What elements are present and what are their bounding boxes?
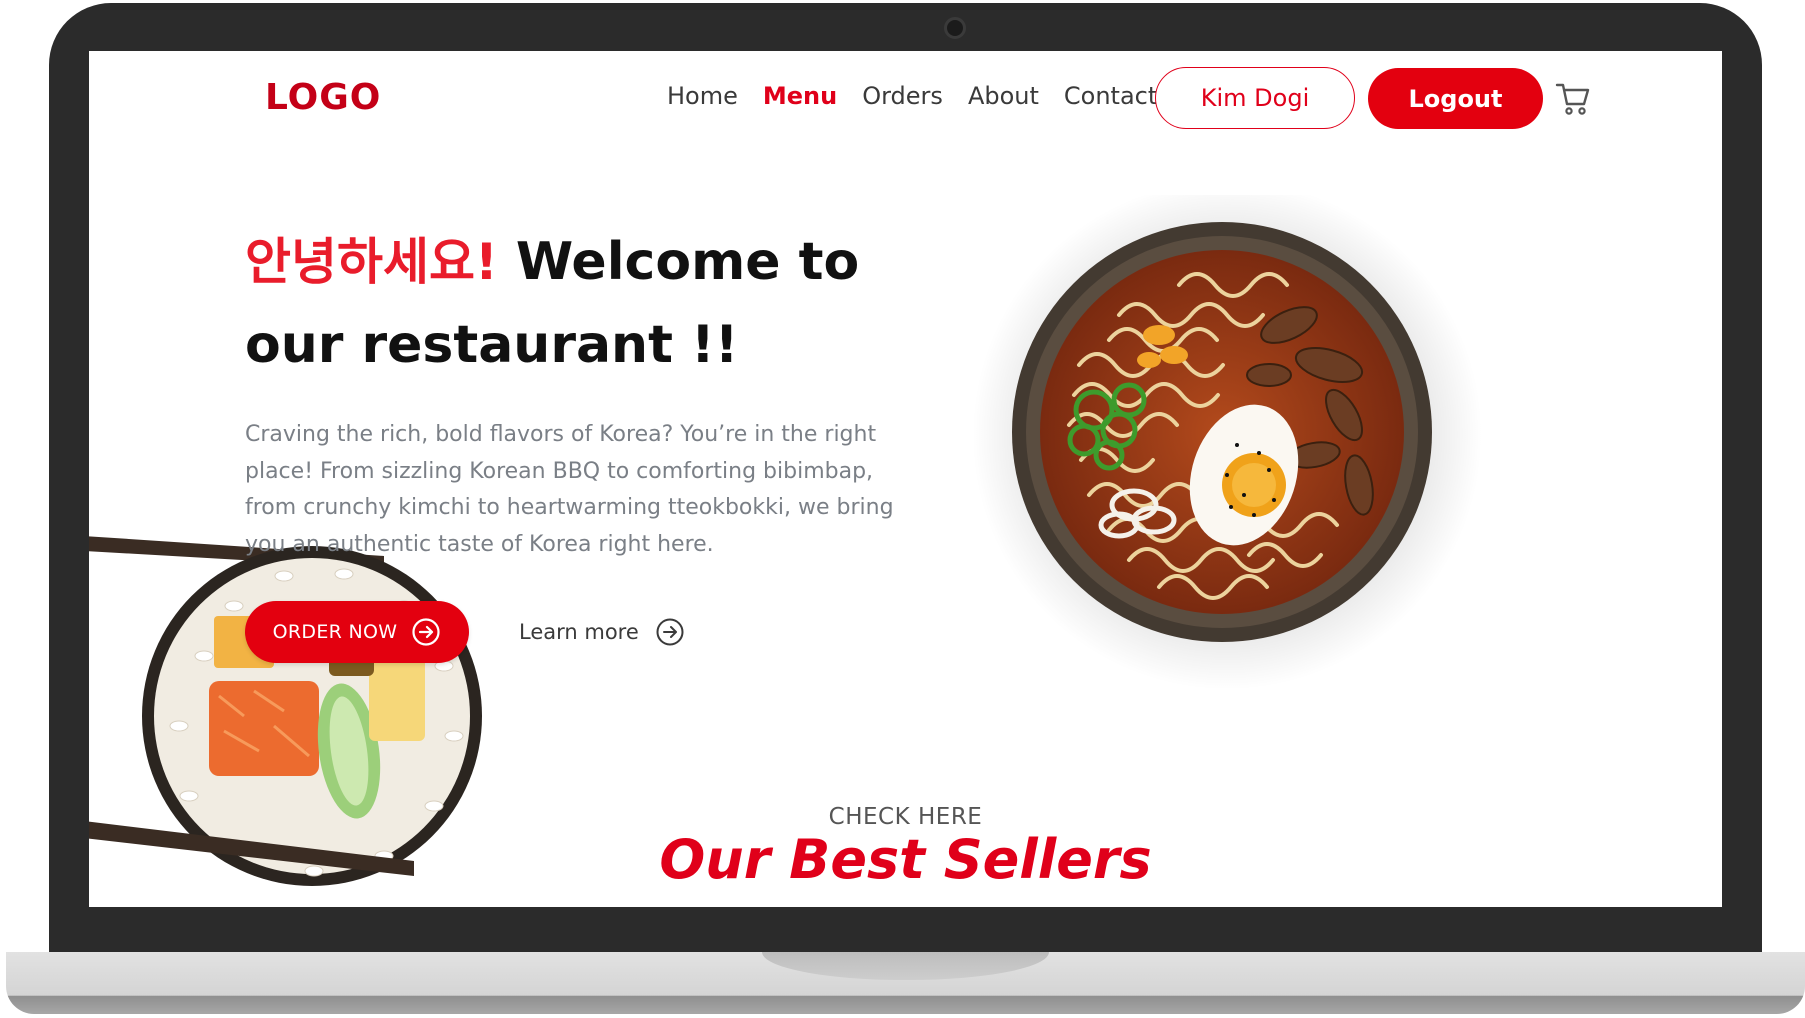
- nav-contact[interactable]: Contact: [1064, 82, 1157, 110]
- ramen-bowl-image: [972, 195, 1482, 690]
- best-sellers-title: Our Best Sellers: [659, 828, 1152, 891]
- user-profile-button[interactable]: Kim Dogi: [1155, 67, 1355, 129]
- logo[interactable]: LOGO: [265, 77, 381, 118]
- learn-more-label: Learn more: [519, 620, 639, 644]
- laptop-mockup: LOGO Home Menu Orders About Contact Kim …: [0, 0, 1805, 1018]
- learn-more-link[interactable]: Learn more: [519, 617, 685, 647]
- nav-home[interactable]: Home: [667, 82, 738, 110]
- nav-about[interactable]: About: [968, 82, 1039, 110]
- hero-description: Craving the rich, bold flavors of Korea?…: [245, 422, 894, 557]
- order-now-label: ORDER NOW: [272, 621, 398, 643]
- arrow-right-circle-icon: [412, 618, 440, 646]
- camera-dot: [944, 17, 966, 39]
- nav-orders[interactable]: Orders: [862, 82, 943, 110]
- hero-title: 안녕하세요! Welcome to our restaurant !!: [245, 221, 865, 387]
- main-nav: Home Menu Orders About Contact: [667, 82, 1157, 110]
- arrow-right-circle-icon: [656, 618, 684, 646]
- section-eyebrow: CHECK HERE: [828, 804, 983, 830]
- hero-greeting: 안녕하세요!: [245, 233, 498, 291]
- order-now-button[interactable]: ORDER NOW: [245, 601, 469, 663]
- logout-button[interactable]: Logout: [1368, 68, 1543, 129]
- shopping-cart-icon[interactable]: [1555, 81, 1591, 117]
- nav-menu[interactable]: Menu: [763, 82, 837, 110]
- website-screen: LOGO Home Menu Orders About Contact Kim …: [89, 51, 1722, 907]
